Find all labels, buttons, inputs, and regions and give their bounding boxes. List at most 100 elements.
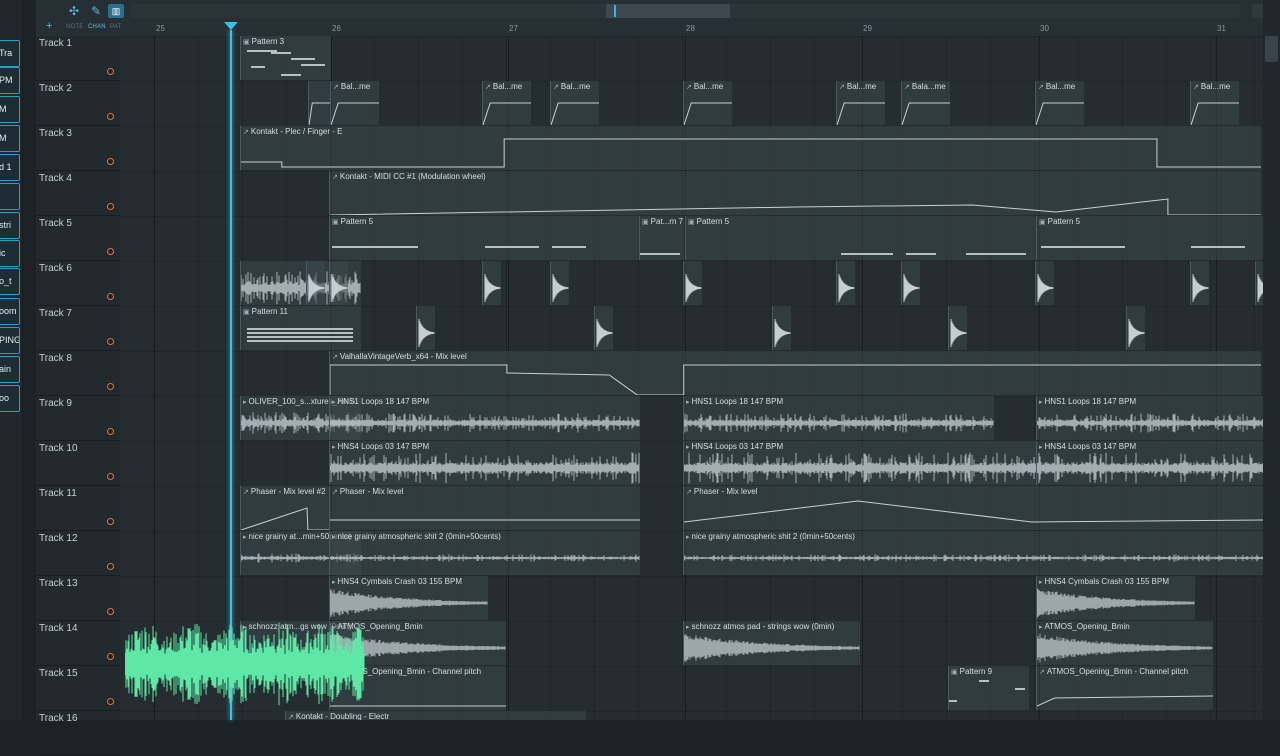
track-header[interactable]: Track 5 [36,216,120,261]
automation-clip[interactable]: Kontakt - Plec / Finger - E [240,126,1261,170]
audio-clip[interactable]: ATMOS_Opening_Bmin [1036,621,1213,665]
audio-clip[interactable] [594,306,613,350]
track-header[interactable]: Track 9 [36,396,120,441]
mode-chan[interactable]: CHAN [88,24,106,30]
audio-clip[interactable] [836,261,855,305]
automation-clip[interactable]: Bal...me [550,81,599,125]
channel-strip-item[interactable]: M [0,125,20,152]
audio-clip[interactable]: HNS4 Loops 03 147 BPM [683,441,1037,485]
audio-clip[interactable]: HNS4 Loops 03 147 BPM [329,441,640,485]
track-header[interactable]: Track 11 [36,486,120,531]
audio-clip[interactable] [948,306,967,350]
record-arm-icon[interactable] [107,518,114,525]
audio-clip[interactable] [683,261,702,305]
pattern-clip[interactable]: Pat...rn 7 [639,216,684,260]
record-arm-icon[interactable] [107,248,114,255]
record-arm-icon[interactable] [107,203,114,210]
record-arm-icon[interactable] [107,383,114,390]
record-arm-icon[interactable] [107,113,114,120]
audio-clip[interactable]: HNS4 Cymbals Crash 03 155 BPM [1036,576,1195,620]
audio-clip[interactable]: HNS1 Loops 18 147 BPM [329,396,640,440]
channel-strip-item[interactable]: ic [0,240,20,267]
audio-clip[interactable] [306,261,325,305]
pattern-clip[interactable]: Pattern 11 [240,306,361,350]
piano-roll-icon[interactable]: ▥ [108,4,124,18]
track-header[interactable]: Track 6 [36,261,120,306]
automation-clip[interactable]: Bal...me [836,81,885,125]
track-header[interactable]: Track 15 [36,666,120,711]
automation-clip[interactable]: Kontakt - Doubling - Electr [285,711,586,720]
track-header[interactable]: Track 8 [36,351,120,396]
pattern-clip[interactable]: Pattern 3 [240,36,331,80]
track-header[interactable]: Track 12 [36,531,120,576]
automation-clip[interactable] [308,81,331,125]
plus-icon[interactable]: + [46,20,53,32]
waveform-tool-icon[interactable]: ✣ [66,4,82,18]
audio-clip[interactable]: HNS4 Loops 03 147 BPM [1036,441,1263,485]
channel-strip-item[interactable]: PING [0,327,20,354]
channel-strip-item[interactable]: M [0,96,20,123]
track-header[interactable]: Track 1 [36,36,120,81]
pattern-clip[interactable]: Pattern 5 [685,216,1036,260]
audio-clip[interactable] [1035,261,1054,305]
audio-clip[interactable]: HNS1 Loops 18 147 BPM [683,396,994,440]
pattern-clip[interactable]: Pattern 5 [329,216,640,260]
audio-clip[interactable] [901,261,920,305]
channel-strip-item[interactable]: oom [0,298,20,325]
channel-strip-item[interactable]: o_t [0,268,20,295]
playhead-marker[interactable] [224,22,238,30]
horizontal-scrollbar[interactable] [130,4,1240,18]
automation-clip[interactable]: Bal...me [1035,81,1084,125]
automation-clip[interactable]: Kontakt - MIDI CC #1 (Modulation wheel) [329,171,1261,215]
automation-clip[interactable]: Bal...me [330,81,379,125]
channel-strip-item[interactable] [0,183,20,210]
automation-clip[interactable]: Bal...me [482,81,531,125]
audio-clip[interactable] [1190,261,1209,305]
pattern-clip[interactable]: Pattern 9 [948,666,1029,710]
time-ruler[interactable]: 25 26 27 28 29 30 31 [120,22,1263,36]
track-header[interactable]: Track 16 [36,711,120,756]
record-arm-icon[interactable] [107,338,114,345]
automation-clip[interactable]: Phaser - Mix level [683,486,1263,530]
automation-clip[interactable]: ATMOS_Opening_Bmin - Channel pitch [1036,666,1213,710]
automation-clip[interactable]: Bal...me [1190,81,1239,125]
channel-strip-item[interactable]: d 1 [0,154,20,181]
automation-clip[interactable]: ValhallaVintageVerb_x64 - Mix level [329,351,1261,395]
audio-clip[interactable]: nice grainy atmospheric shit 2 (0min+50c… [329,531,640,575]
audio-clip[interactable]: nice grainy atmospheric shit 2 (0min+50c… [683,531,1263,575]
audio-clip[interactable] [329,261,348,305]
pattern-clip[interactable]: Pattern 5 [1036,216,1263,260]
vertical-scrollbar[interactable] [1263,0,1280,720]
record-arm-icon[interactable] [107,473,114,480]
channel-strip-item[interactable]: oo [0,385,20,412]
track-header[interactable]: Track 10 [36,441,120,486]
track-header[interactable]: Track 13 [36,576,120,621]
mode-note[interactable]: NOTE [66,24,83,30]
audio-clip[interactable] [1126,306,1145,350]
record-arm-icon[interactable] [107,698,114,705]
audio-clip[interactable] [550,261,569,305]
record-arm-icon[interactable] [107,293,114,300]
pencil-tool-icon[interactable]: ✎ [88,4,104,18]
record-arm-icon[interactable] [107,158,114,165]
audio-clip[interactable] [1255,261,1263,305]
track-header[interactable]: Track 7 [36,306,120,351]
audio-clip[interactable]: schnozz atmos pad - strings wow (0min) [683,621,860,665]
automation-clip[interactable]: Phaser - Mix level [329,486,640,530]
audio-clip[interactable] [482,261,501,305]
record-arm-icon[interactable] [107,653,114,660]
playhead[interactable] [230,30,232,720]
record-arm-icon[interactable] [107,428,114,435]
channel-strip-item[interactable]: ain [0,356,20,383]
channel-strip-item[interactable]: Tra [0,40,20,67]
automation-clip[interactable]: Phaser - Mix level #2 [240,486,329,530]
audio-clip[interactable]: HNS4 Cymbals Crash 03 155 BPM [329,576,488,620]
record-arm-icon[interactable] [107,563,114,570]
automation-clip[interactable]: Bal...me [683,81,732,125]
record-arm-icon[interactable] [107,608,114,615]
record-arm-icon[interactable] [107,68,114,75]
track-header[interactable]: Track 4 [36,171,120,216]
automation-clip[interactable]: Bala...me [901,81,950,125]
dragged-audio-waveform[interactable] [125,618,365,710]
horizontal-scrollbar-thumb[interactable] [606,4,730,18]
